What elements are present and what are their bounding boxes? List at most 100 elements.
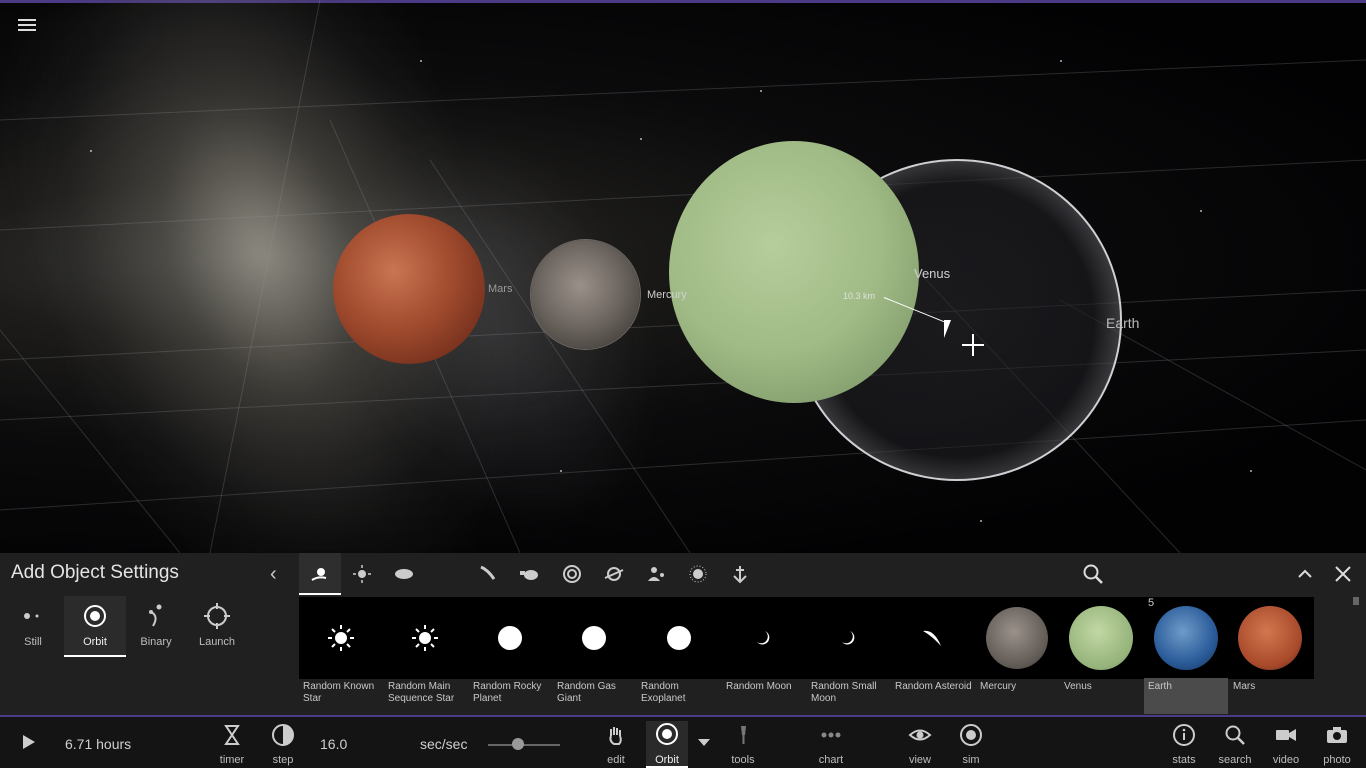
tab-star-systems[interactable] bbox=[299, 553, 341, 595]
mode-label: Orbit bbox=[83, 636, 107, 648]
info-icon bbox=[1173, 724, 1195, 746]
stats-label: stats bbox=[1172, 754, 1196, 766]
sim-label: sim bbox=[962, 754, 980, 766]
list-item[interactable] bbox=[552, 597, 636, 679]
list-item[interactable] bbox=[721, 597, 805, 679]
category-tabs bbox=[299, 553, 1366, 595]
list-item[interactable] bbox=[890, 597, 974, 679]
list-item[interactable] bbox=[1144, 597, 1228, 679]
planet-venus[interactable] bbox=[669, 141, 919, 403]
tools-button[interactable]: tools bbox=[726, 723, 760, 766]
play-button[interactable] bbox=[16, 730, 40, 759]
still-icon bbox=[2, 600, 64, 630]
hamburger-menu-icon[interactable] bbox=[18, 16, 38, 32]
item-name: Random Gas Giant bbox=[557, 681, 616, 704]
edit-label: edit bbox=[607, 754, 625, 766]
step-label: step bbox=[272, 754, 294, 766]
list-item[interactable] bbox=[468, 597, 552, 679]
tab-comets[interactable] bbox=[467, 553, 509, 595]
list-item[interactable] bbox=[1059, 597, 1143, 679]
object-list bbox=[299, 597, 1314, 679]
mode-launch[interactable]: Launch bbox=[186, 596, 248, 657]
mode-label: Still bbox=[24, 636, 42, 648]
item-name: Random Exoplanet bbox=[641, 681, 686, 704]
close-icon[interactable] bbox=[1334, 565, 1352, 588]
step-button[interactable]: step bbox=[266, 723, 300, 766]
orbit-tool-button[interactable]: Orbit bbox=[646, 721, 688, 768]
panel-title: Add Object Settings bbox=[11, 562, 179, 583]
orbit-label: Orbit bbox=[655, 754, 679, 766]
galaxy-icon bbox=[563, 565, 581, 583]
view-button[interactable]: view bbox=[903, 723, 937, 766]
mode-label: Binary bbox=[140, 636, 172, 648]
search-icon[interactable] bbox=[1082, 563, 1104, 590]
rate-slider[interactable] bbox=[488, 744, 560, 746]
add-object-panel: Add Object Settings ‹ Still Orbit Binary… bbox=[0, 553, 1366, 715]
planet-mercury[interactable] bbox=[531, 240, 640, 349]
tab-stars[interactable] bbox=[341, 553, 383, 595]
item-name: Random Asteroid bbox=[895, 681, 972, 692]
eye-icon bbox=[908, 729, 932, 741]
mode-orbit[interactable]: Orbit bbox=[64, 596, 126, 657]
mode-label: Launch bbox=[198, 636, 236, 648]
camera-icon bbox=[1327, 727, 1347, 743]
mouse-pointer-icon bbox=[944, 320, 958, 338]
view-label: view bbox=[908, 754, 931, 766]
venus-thumbnail bbox=[1069, 606, 1133, 670]
list-item[interactable] bbox=[299, 597, 383, 679]
star-system-icon bbox=[311, 568, 327, 581]
item-name: Venus bbox=[1064, 681, 1092, 692]
list-item[interactable] bbox=[975, 597, 1059, 679]
list-item[interactable] bbox=[637, 597, 721, 679]
bottom-toolbar: 6.71 hours timer step 16.0 sec/sec edit … bbox=[0, 715, 1366, 768]
list-item[interactable] bbox=[1228, 597, 1312, 679]
launch-icon bbox=[186, 600, 248, 630]
search-label: search bbox=[1218, 754, 1252, 766]
rate-value[interactable]: 16.0 bbox=[320, 736, 347, 752]
hand-icon bbox=[609, 727, 622, 745]
crosshair-icon bbox=[962, 334, 984, 356]
item-name-selected: Earth bbox=[1144, 678, 1228, 714]
tab-rings[interactable] bbox=[593, 553, 635, 595]
list-item[interactable] bbox=[806, 597, 890, 679]
chevron-left-icon[interactable]: ‹ bbox=[270, 563, 277, 586]
ring-icon bbox=[604, 567, 624, 581]
tab-galaxies[interactable] bbox=[551, 553, 593, 595]
search-button[interactable]: search bbox=[1216, 723, 1254, 766]
planet-mars[interactable] bbox=[333, 214, 485, 364]
item-name: Random Small Moon bbox=[811, 681, 877, 704]
tab-particles[interactable] bbox=[677, 553, 719, 595]
tab-moons[interactable] bbox=[425, 553, 467, 595]
rate-slider-handle[interactable] bbox=[512, 738, 525, 750]
simulation-viewport[interactable]: Mars Mercury Venus Earth 10.3 km bbox=[0, 0, 1366, 553]
tab-spacecraft[interactable] bbox=[509, 553, 551, 595]
edit-button[interactable]: edit bbox=[598, 723, 634, 766]
photo-button[interactable]: photo bbox=[1319, 723, 1355, 766]
star-dot bbox=[1200, 210, 1202, 212]
list-item[interactable] bbox=[383, 597, 467, 679]
chart-label: chart bbox=[818, 754, 844, 766]
video-button[interactable]: video bbox=[1269, 723, 1303, 766]
spacecraft-icon bbox=[520, 570, 538, 580]
timer-button[interactable]: timer bbox=[215, 723, 249, 766]
mode-still[interactable]: Still bbox=[2, 596, 64, 657]
search-icon bbox=[1225, 725, 1245, 745]
chevron-up-icon[interactable] bbox=[1296, 565, 1314, 588]
tab-people[interactable] bbox=[635, 553, 677, 595]
distance-label: 10.3 km bbox=[843, 291, 876, 301]
sim-button[interactable]: sim bbox=[954, 723, 988, 766]
star-dot bbox=[980, 520, 982, 522]
chart-button[interactable]: chart bbox=[814, 723, 848, 766]
video-camera-icon bbox=[1276, 729, 1296, 741]
comet-icon bbox=[480, 565, 496, 580]
tab-anchor[interactable] bbox=[719, 553, 761, 595]
mode-binary[interactable]: Binary bbox=[125, 596, 187, 657]
scrollbar[interactable] bbox=[1353, 597, 1359, 605]
tab-planets[interactable] bbox=[383, 553, 425, 595]
stats-button[interactable]: stats bbox=[1167, 723, 1201, 766]
anchor-icon bbox=[733, 566, 747, 584]
binary-icon bbox=[125, 600, 187, 630]
orbit-dropdown[interactable] bbox=[697, 735, 711, 753]
mars-thumbnail bbox=[1238, 606, 1302, 670]
label-mars: Mars bbox=[488, 283, 513, 295]
